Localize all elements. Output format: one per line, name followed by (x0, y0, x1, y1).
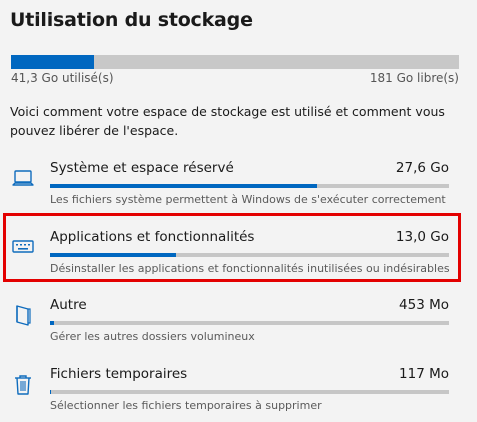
category-usage-bar (50, 321, 449, 325)
highlight-box (3, 213, 461, 282)
category-name: Fichiers temporaires (50, 366, 188, 382)
category-size: 117 Mo (399, 366, 449, 382)
category-other[interactable]: Autre 453 Mo Gérer les autres dossiers v… (0, 297, 477, 367)
category-name: Système et espace réservé (50, 160, 234, 176)
category-usage-fill (50, 321, 55, 325)
category-size: 453 Mo (399, 297, 449, 313)
storage-description: Voici comment votre espace de stockage e… (10, 104, 445, 138)
laptop-icon (10, 165, 36, 191)
category-subtitle: Les fichiers système permettent à Window… (50, 193, 446, 206)
category-size: 27,6 Go (395, 160, 449, 176)
category-usage-fill (50, 390, 52, 394)
storage-usage-bar (11, 55, 459, 69)
storage-used-fill (11, 55, 95, 69)
category-name: Autre (50, 297, 87, 313)
page-title: Utilisation du stockage (10, 9, 253, 31)
folder-icon (10, 302, 36, 328)
category-subtitle: Gérer les autres dossiers volumineux (50, 330, 255, 343)
storage-usage-page: Utilisation du stockage 41,3 Go utilisé(… (0, 0, 477, 422)
trash-icon (10, 371, 36, 397)
free-space-label: 181 Go libre(s) (369, 71, 459, 85)
category-usage-bar (50, 184, 449, 188)
category-subtitle: Sélectionner les fichiers temporaires à … (50, 399, 322, 412)
category-usage-fill (50, 184, 318, 188)
category-temporary-files[interactable]: Fichiers temporaires 117 Mo Sélectionner… (0, 366, 477, 422)
used-space-label: 41,3 Go utilisé(s) (11, 71, 114, 85)
category-usage-bar (50, 390, 449, 394)
